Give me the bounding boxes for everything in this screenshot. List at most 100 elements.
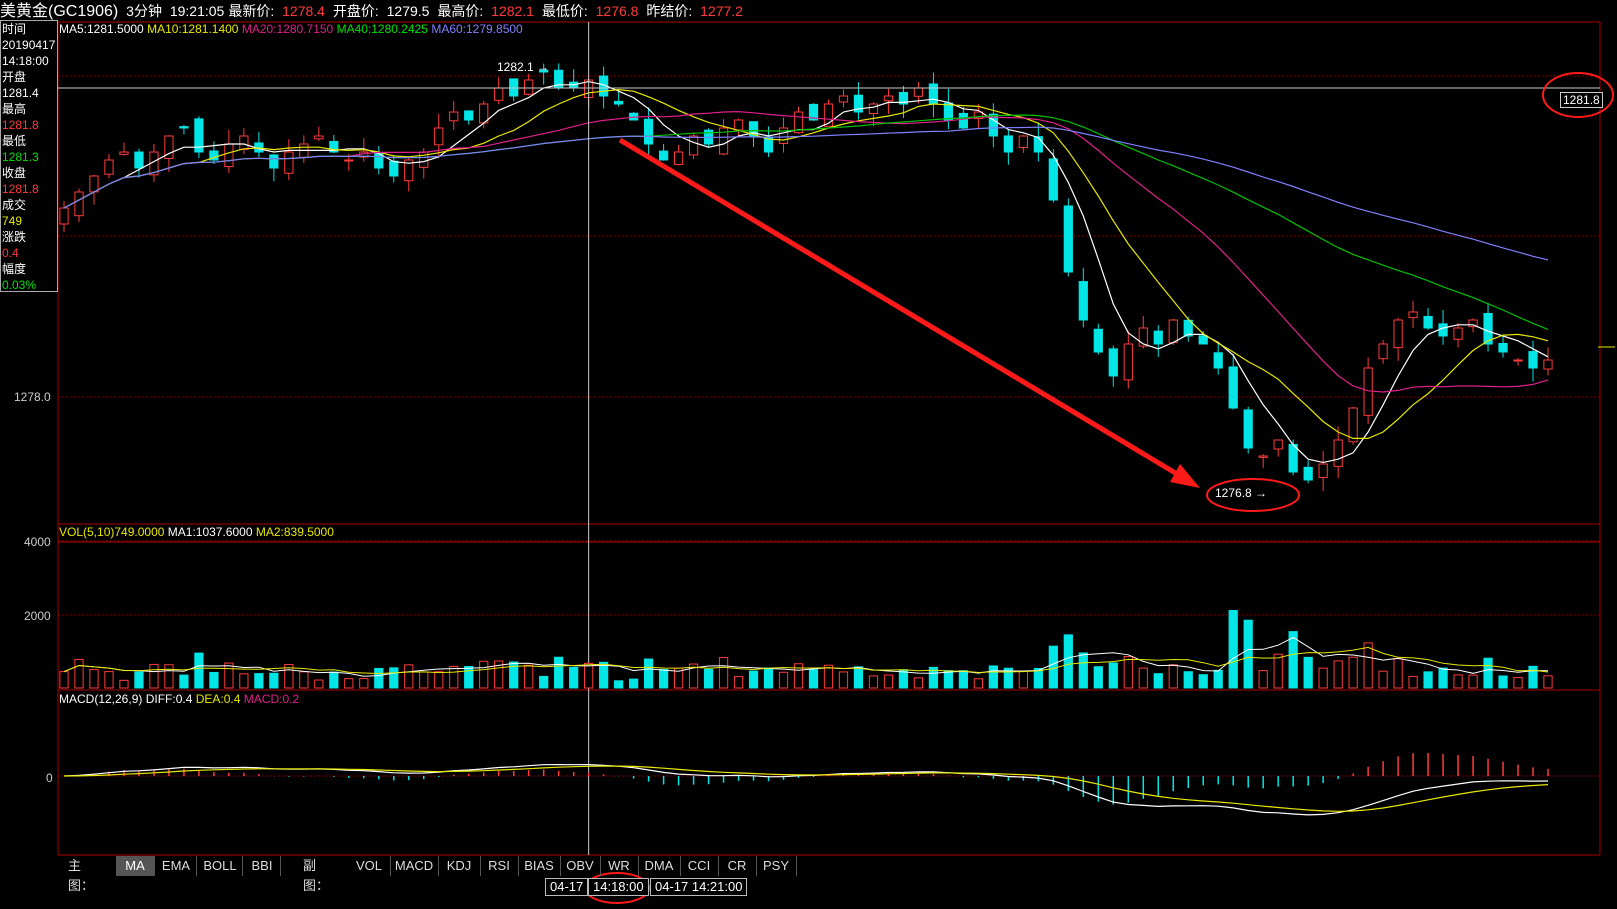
candle-body-71 [1123,343,1133,381]
volume-bar-92 [1438,667,1448,689]
sub-tab-obv[interactable]: OBV [560,856,601,876]
candle-body-40 [658,150,669,161]
high-price-marker: 1282.1 → [497,60,550,74]
chart-canvas[interactable] [0,0,1617,909]
volume-bar-90 [1408,675,1418,689]
candle-body-12 [239,135,249,150]
macd-diff-line [63,763,1549,816]
ma-legend: MA5:1281.5000 MA10:1281.1400 MA20:1280.7… [59,21,523,37]
cursor-price-box: 1281.8 [1560,92,1603,108]
sub-tab-rsi[interactable]: RSI [480,856,519,876]
volume-bar-33 [554,656,564,689]
candle-body-97 [1513,359,1523,362]
candle-body-89 [1393,319,1403,349]
sub-tab-macd[interactable]: MACD [390,856,439,876]
volume-bar-18 [329,671,339,689]
volume-bar-69 [1093,666,1103,689]
ma60-line [63,126,1549,261]
volume-bar-75 [1183,671,1193,689]
macd-axis-zero: 0 [46,771,53,785]
volume-bar-25 [434,671,444,689]
volume-bar-78 [1228,610,1238,689]
info-high: 1281.8 [2,118,39,132]
quote-header-bar: 美黄金(GC1906) 3分钟 19:21:05 最新价: 1278.4 开盘价:… [0,0,1617,22]
sub-tab-wr[interactable]: WR [600,856,639,876]
sub-tab-cci[interactable]: CCI [680,856,719,876]
time-axis-date: 04-17 [545,878,589,896]
volume-bar-84 [1318,667,1328,689]
ma60-legend: MA60:1279.8500 [431,22,523,36]
volume-bar-11 [224,662,234,689]
candle-body-5 [134,151,144,169]
candle-body-11 [224,143,234,168]
volume-bar-80 [1258,670,1268,689]
candle-body-8 [179,126,189,129]
clock-label: 19:21:05 [169,3,225,19]
sub-tab-psy[interactable]: PSY [756,856,797,876]
macd-params: MACD(12,26,9) [59,692,143,706]
sub-tab-dma[interactable]: DMA [638,856,681,876]
info-vol: 749 [2,214,23,228]
macd-legend: MACD(12,26,9) DIFF:0.4 DEA:0.4 MACD:0.2 [59,691,299,707]
candle-body-91 [1423,315,1433,329]
main-tab-ema[interactable]: EMA [156,856,197,876]
volume-bar-43 [703,668,714,689]
candle-body-14 [269,154,279,169]
candle-body-19 [344,159,354,162]
volume-bar-68 [1078,652,1088,689]
candle-body-87 [1363,367,1373,416]
volume-bar-10 [209,671,219,689]
main-tab-boll[interactable]: BOLL [198,856,243,876]
candle-body-31 [524,79,534,95]
volume-axis-4000: 4000 [24,535,51,549]
volume-bar-28 [479,660,489,689]
volume-bar-98 [1528,665,1538,689]
candle-body-22 [389,160,399,177]
candle-body-0 [59,207,69,225]
candle-body-99 [1543,359,1553,370]
candle-body-98 [1528,351,1538,369]
main-tab-bbi[interactable]: BBI [244,856,281,876]
volume-bar-35 [584,662,594,689]
volume-bar-87 [1363,642,1373,689]
ma5-legend: MA5:1281.5000 [59,22,144,36]
volume-bar-45 [733,676,744,689]
sub-tab-bias[interactable]: BIAS [518,856,561,876]
candle-body-65 [1033,136,1043,153]
volume-bar-0 [59,671,69,689]
low-price-label: 最低价: [541,3,588,19]
ma10-legend: MA10:1281.1400 [147,22,239,36]
prev-settle-label: 昨结价: [646,3,693,19]
main-tab-ma[interactable]: MA [116,856,155,876]
candle-body-59 [943,102,954,121]
vol-ma2-legend: MA2:839.5000 [255,525,334,539]
info-open-label: 开盘 [2,70,27,84]
volume-bar-31 [524,664,534,689]
volume-bar-6 [149,663,159,689]
period-label[interactable]: 3分钟 [126,3,162,19]
sub-tab-cr[interactable]: CR [718,856,757,876]
candle-body-15 [284,151,294,174]
volume-bar-74 [1168,664,1178,689]
candle-body-37 [614,100,624,105]
volume-bar-23 [404,664,414,689]
ma5-line [63,80,1549,464]
time-axis-cursor: 14:18:00 [588,878,649,896]
sub-tab-vol[interactable]: VOL [348,856,391,876]
info-high-label: 最高 [2,102,27,116]
time-axis-next: 04-17 14:21:00 [650,878,748,896]
volume-bar-96 [1498,675,1508,689]
candle-body-55 [883,95,894,102]
candle-body-27 [464,110,474,121]
info-clock: 14:18:00 [2,54,49,68]
volume-bar-72 [1138,667,1148,689]
volume-bar-59 [943,670,954,689]
volume-bar-27 [464,665,474,689]
sub-tab-kdj[interactable]: KDJ [438,856,481,876]
candle-body-26 [449,111,459,122]
info-open: 1281.4 [2,86,39,100]
volume-bar-50 [808,669,819,689]
candle-body-85 [1333,439,1343,467]
volume-bar-8 [179,674,189,689]
candle-body-96 [1498,342,1508,353]
